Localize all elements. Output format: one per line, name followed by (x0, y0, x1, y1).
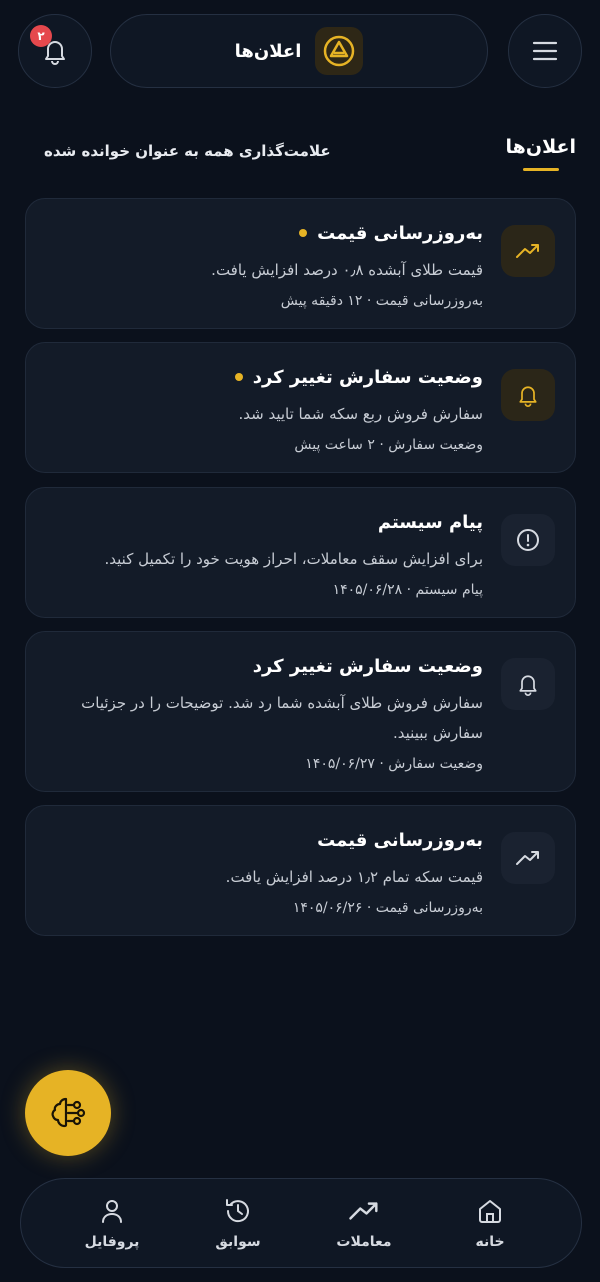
notification-card[interactable]: وضعیت سفارش تغییر کرد سفارش فروش طلای آب… (25, 631, 576, 792)
notification-card[interactable]: پیام سیستم برای افزایش سقف معاملات، احرا… (25, 487, 576, 618)
unread-dot (299, 229, 308, 237)
notification-count-badge: ۲ (30, 25, 52, 47)
unread-dot (234, 373, 243, 381)
home-icon (479, 1200, 501, 1223)
tab-active-indicator (522, 168, 559, 171)
history-icon (226, 1199, 249, 1223)
alert-circle-icon (517, 529, 539, 551)
ai-brain-icon (51, 1097, 86, 1128)
app-header: اعلان‌ها ۲ (18, 14, 582, 88)
notification-icon-box (501, 225, 555, 277)
page-title: اعلان‌ها (234, 40, 302, 62)
notification-message: برای افزایش سقف معاملات، احراز هویت خود … (104, 550, 483, 568)
notification-message: قیمت طلای آبشده ۰٫۸ درصد افزایش یافت. (211, 261, 483, 279)
notification-title: وضعیت سفارش تغییر کرد (252, 655, 483, 677)
tab-notifications-label: اعلان‌ها (505, 136, 576, 158)
notification-message: قیمت سکه تمام ۱٫۲ درصد افزایش یافت. (225, 868, 483, 886)
notification-title-row: به‌روزرسانی قیمت (50, 826, 483, 854)
nav-trades-label: معاملات (336, 1234, 392, 1250)
notification-meta: وضعیت سفارش · ۲ ساعت پیش (294, 437, 483, 453)
tab-notifications[interactable]: اعلان‌ها (506, 136, 576, 171)
notification-title-row: به‌روزرسانی قیمت (50, 219, 483, 247)
notification-meta: وضعیت سفارش · ۱۴۰۵/۰۶/۲۷ (305, 756, 483, 772)
notification-card[interactable]: به‌روزرسانی قیمت قیمت سکه تمام ۱٫۲ درصد … (25, 805, 576, 936)
notification-meta: به‌روزرسانی قیمت · ۱۲ دقیقه پیش (280, 293, 483, 309)
notification-icon-box (501, 658, 555, 710)
notification-title: به‌روزرسانی قیمت (317, 829, 483, 851)
notification-icon-box (501, 514, 555, 566)
brand-logo (315, 27, 364, 75)
user-icon (102, 1200, 122, 1223)
hamburger-menu-icon (532, 41, 558, 61)
menu-button[interactable] (508, 14, 582, 88)
notification-icon-box (501, 369, 555, 421)
nav-history-label: سوابق (215, 1234, 261, 1250)
notification-title: وضعیت سفارش تغییر کرد (252, 366, 483, 388)
bell-icon (519, 675, 537, 696)
notification-title: پیام سیستم (377, 511, 483, 533)
notification-message: سفارش فروش طلای آبشده شما رد شد. توضیحات… (81, 694, 483, 742)
trending-up-icon (349, 1202, 378, 1220)
notification-title-row: وضعیت سفارش تغییر کرد (50, 652, 483, 680)
trending-up-icon (516, 851, 539, 865)
notification-message: سفارش فروش ربع سکه شما تایید شد. (238, 405, 483, 423)
ai-assistant-button[interactable] (25, 1070, 111, 1156)
nav-history[interactable]: سوابق (188, 1196, 288, 1250)
trending-up-icon (516, 244, 539, 258)
notification-meta: به‌روزرسانی قیمت · ۱۴۰۵/۰۶/۲۶ (292, 900, 483, 916)
nav-home-label: خانه (475, 1234, 505, 1250)
notifications-button[interactable]: ۲ (18, 14, 92, 88)
bottom-navigation: خانه معاملات سوابق پروفایل (20, 1178, 582, 1268)
brand-logo-icon (324, 35, 355, 67)
nav-profile[interactable]: پروفایل (62, 1196, 162, 1250)
mark-all-read-button[interactable]: علامت‌گذاری همه به عنوان خوانده شده (44, 142, 331, 160)
notification-title-row: پیام سیستم (50, 508, 483, 536)
nav-profile-label: پروفایل (84, 1234, 140, 1250)
bell-icon (519, 386, 537, 407)
notification-title: به‌روزرسانی قیمت (317, 222, 483, 244)
notification-icon-box (501, 832, 555, 884)
notification-card[interactable]: وضعیت سفارش تغییر کرد سفارش فروش ربع سکه… (25, 342, 576, 473)
page-title-pill: اعلان‌ها (110, 14, 488, 88)
notification-title-row: وضعیت سفارش تغییر کرد (50, 363, 483, 391)
notification-card[interactable]: به‌روزرسانی قیمت قیمت طلای آبشده ۰٫۸ درص… (25, 198, 576, 329)
nav-trades[interactable]: معاملات (314, 1196, 414, 1250)
nav-home[interactable]: خانه (440, 1196, 540, 1250)
notification-meta: پیام سیستم · ۱۴۰۵/۰۶/۲۸ (332, 582, 483, 598)
